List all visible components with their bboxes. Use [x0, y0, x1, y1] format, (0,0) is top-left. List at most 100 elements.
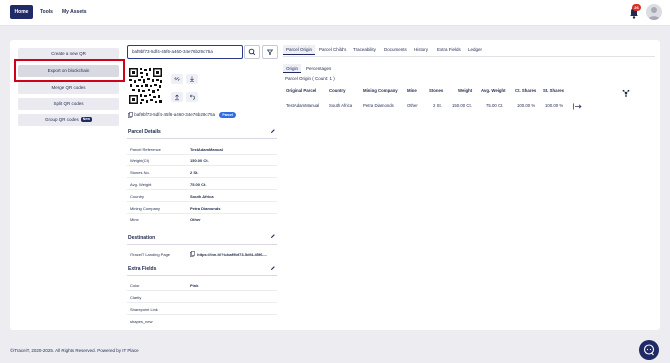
highlight-box	[14, 59, 125, 82]
detail-label: Mine	[130, 217, 139, 222]
destination-title: Destination	[128, 235, 156, 241]
qr-code	[128, 67, 163, 105]
pencil-icon[interactable]	[270, 265, 276, 271]
search-icon	[248, 48, 256, 56]
table-header: Avg. Weight	[481, 88, 506, 93]
chat-button[interactable]	[639, 340, 659, 360]
row-divider	[127, 154, 277, 155]
table-cell: Other	[407, 103, 418, 108]
tab-ledger[interactable]: Ledger	[465, 45, 485, 55]
qr-id-row: baf9bf73-5df4-45f6-a460-34e76b29c75a Par…	[128, 112, 236, 119]
section-divider	[127, 244, 277, 245]
group-qr-button[interactable]: Group QR codes New	[18, 114, 119, 126]
destination-link[interactable]: https://lnn.it/?t=baf9bf73-5df4-45f6-...	[197, 252, 267, 257]
table-cell: 150.00 Ct.	[452, 103, 472, 108]
download-icon	[190, 76, 194, 82]
table-cell: 75.00 Ct.	[486, 103, 504, 108]
table-cell: South Africa	[329, 103, 353, 108]
detail-label: Stones No.	[130, 170, 150, 175]
network-button[interactable]	[620, 87, 632, 99]
row-divider	[127, 177, 277, 178]
extra-label: shapes_new	[130, 319, 153, 324]
table-header: Mining Company	[363, 88, 398, 93]
detail-value: TestAdamManual	[190, 147, 223, 152]
split-qr-button[interactable]: Split QR codes	[18, 98, 119, 110]
link-icon	[174, 77, 180, 81]
extra-label: Clarity	[130, 295, 142, 300]
table-cell: Petra Diamonds	[363, 103, 394, 108]
row-divider	[127, 165, 277, 166]
extra-fields-title: Extra Fields	[128, 266, 157, 272]
tab-parcel-origin[interactable]: Parcel Origin	[283, 45, 316, 55]
extra-value: Pink	[190, 283, 199, 288]
tab-documents[interactable]: Documents	[381, 45, 410, 55]
table-header: Stones	[429, 88, 444, 93]
detail-label: Weight(Ct)	[130, 158, 150, 163]
upload-button[interactable]	[171, 92, 183, 102]
merge-qr-button[interactable]: Merge QR codes	[18, 82, 119, 94]
tab-traceability[interactable]: Traceability	[350, 45, 379, 55]
table-cell: TestAdamManual	[286, 103, 320, 108]
table-cell: 100.00 %	[517, 103, 536, 108]
detail-label: Country	[130, 194, 145, 199]
arrow-right-icon[interactable]	[573, 103, 582, 110]
row-divider	[127, 302, 277, 303]
notification-badge: 26	[632, 4, 641, 11]
table-header: Ct. Shares	[515, 88, 537, 93]
undo-button[interactable]	[186, 92, 198, 102]
undo-icon	[189, 94, 195, 100]
detail-label: Avg. Weight	[130, 182, 152, 187]
new-badge: New	[80, 117, 92, 123]
parcel-badge: Parcel	[219, 112, 236, 119]
row-divider	[127, 201, 277, 202]
main-card: Create a new QR Export on blockchain Mer…	[10, 40, 660, 330]
row-divider	[127, 314, 277, 315]
tabs-divider	[283, 56, 655, 57]
pencil-icon[interactable]	[270, 128, 276, 134]
search-input[interactable]: baf9bf73-5df4-45f6-a460-34e76b29c75a	[127, 45, 243, 59]
origin-count: Parcel Origin ( Count: 1 )	[285, 76, 335, 81]
user-icon	[648, 7, 660, 20]
row-divider	[127, 189, 277, 190]
detail-label: Parcel Reference	[130, 147, 161, 152]
table-header: Weight	[458, 88, 473, 93]
chat-icon	[643, 344, 655, 356]
detail-value: 2 St.	[190, 170, 199, 175]
tab-parcel-childs[interactable]: Parcel Child's	[316, 45, 349, 55]
network-icon	[622, 89, 630, 97]
copy-icon[interactable]	[128, 112, 133, 118]
qr-id-text: baf9bf73-5df4-45f6-a460-34e76b29c75a	[134, 112, 216, 118]
nav-tools-button[interactable]: Tools	[36, 5, 57, 19]
nav-home-button[interactable]: Home	[10, 5, 33, 19]
copy-icon[interactable]	[190, 251, 195, 257]
detail-value: South Africa	[190, 194, 214, 199]
tab-history[interactable]: History	[411, 45, 431, 55]
subtab-percentages[interactable]: Percentages	[303, 64, 334, 73]
link-button[interactable]	[171, 74, 183, 84]
avatar[interactable]	[646, 4, 662, 20]
nav-my-assets-button[interactable]: My Assets	[58, 5, 91, 19]
group-qr-label: Group QR codes	[45, 117, 79, 122]
tab-extra-fields[interactable]: Extra Fields	[434, 45, 464, 55]
top-navbar: Home Tools My Assets 26	[0, 0, 670, 26]
footer-text: ©iTraceiT, 2020-2025. All Rights Reserve…	[10, 348, 139, 353]
detail-value: 75.00 Ct.	[190, 182, 207, 187]
search-button[interactable]	[244, 45, 260, 59]
filter-button[interactable]	[262, 45, 278, 59]
download-button[interactable]	[186, 74, 198, 84]
parcel-details-title: Parcel Details	[128, 129, 161, 135]
extra-label: Color	[130, 283, 140, 288]
row-divider	[127, 290, 277, 291]
pencil-icon[interactable]	[270, 233, 276, 239]
detail-label: Mining Company	[130, 206, 161, 211]
destination-label: iTraceiT Landing Page	[130, 252, 171, 257]
table-header: Original Parcel	[286, 88, 317, 93]
detail-value: 150.00 Ct.	[190, 158, 209, 163]
extra-label: Sharepoint Link	[130, 307, 158, 312]
section-divider	[127, 138, 277, 139]
subtab-origin[interactable]: Origin	[283, 64, 302, 73]
upload-icon	[175, 94, 179, 101]
section-divider	[127, 275, 277, 276]
table-header: Mine	[407, 88, 417, 93]
detail-value: Petra Diamonds	[190, 206, 221, 211]
